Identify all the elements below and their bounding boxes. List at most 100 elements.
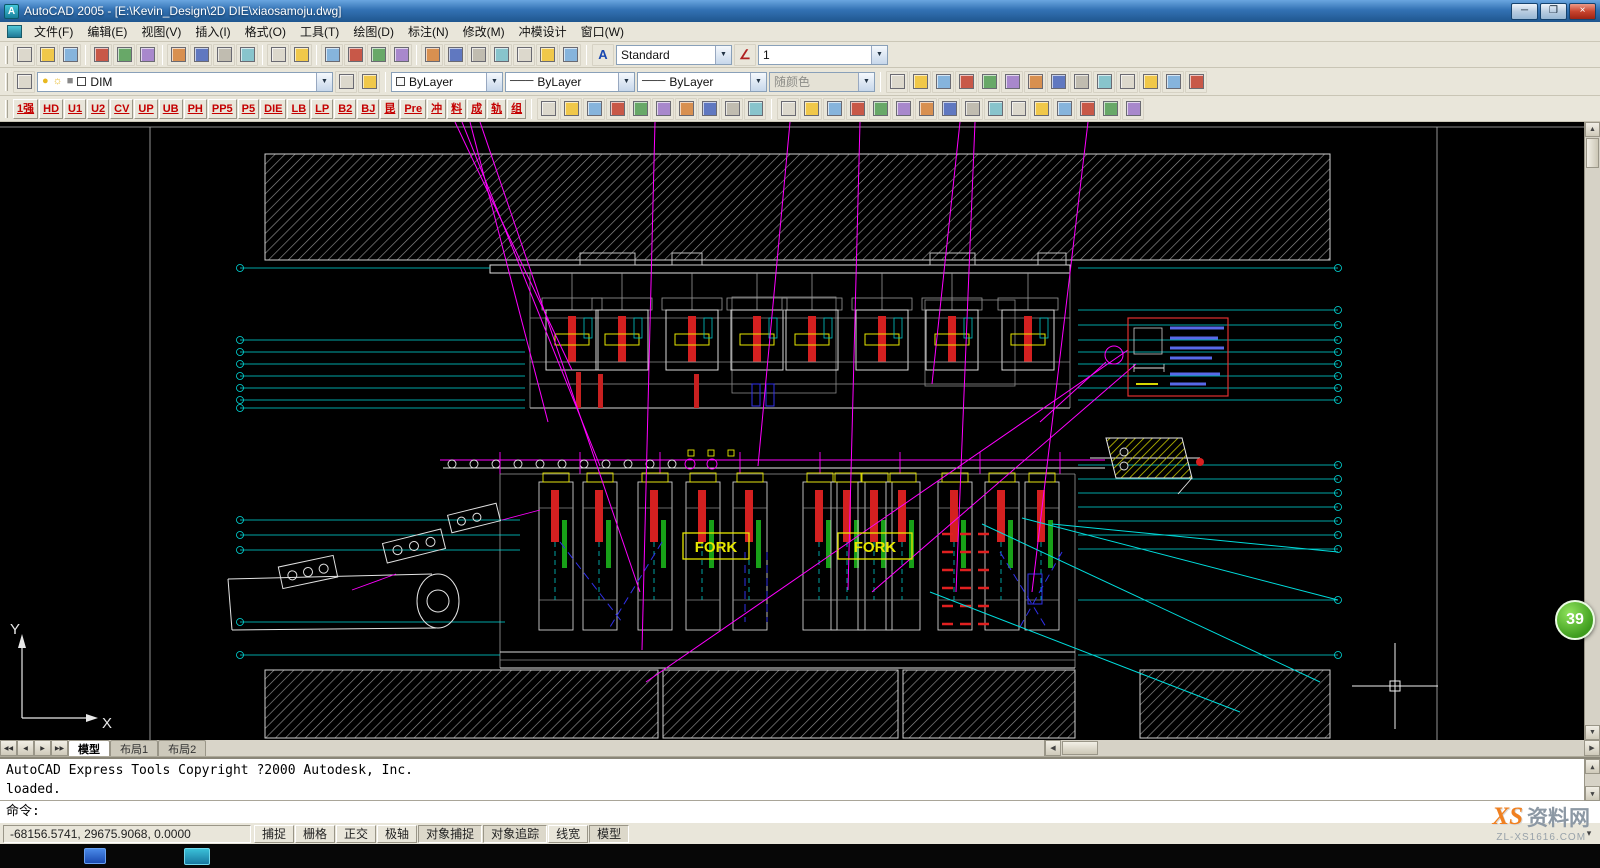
punch-design-icon[interactable] bbox=[583, 98, 605, 120]
dropdown-arrow-icon[interactable]: ▼ bbox=[486, 73, 502, 91]
slide-tool-icon[interactable] bbox=[1030, 98, 1052, 120]
vertical-scroll-track[interactable] bbox=[1585, 169, 1600, 725]
scroll-up-icon[interactable]: ▲ bbox=[1585, 122, 1600, 137]
nesting-icon[interactable] bbox=[698, 98, 720, 120]
wear-plate-tool-icon[interactable] bbox=[1076, 98, 1098, 120]
notification-badge[interactable]: 39 bbox=[1555, 600, 1595, 640]
die-button-11[interactable]: LB bbox=[287, 99, 310, 119]
drawing-canvas[interactable]: FORK FORK bbox=[0, 122, 1584, 740]
die-button-13[interactable]: B2 bbox=[334, 99, 356, 119]
die-button-1[interactable]: HD bbox=[39, 99, 63, 119]
status-toggle-lineweight[interactable]: 线宽 bbox=[548, 825, 588, 843]
cam-tool-icon[interactable] bbox=[1007, 98, 1029, 120]
retainer-tool-icon[interactable] bbox=[961, 98, 983, 120]
status-toggle-osnap[interactable]: 对象捕捉 bbox=[418, 825, 482, 843]
layer-properties-manager-icon[interactable] bbox=[13, 71, 35, 93]
tab-layout2[interactable]: 布局2 bbox=[158, 740, 206, 756]
designcenter-icon[interactable] bbox=[444, 44, 466, 66]
zoom-previous-icon[interactable] bbox=[390, 44, 412, 66]
insert-standard-part-icon[interactable] bbox=[606, 98, 628, 120]
die-button-10[interactable]: DIE bbox=[260, 99, 286, 119]
hyperlink-icon[interactable] bbox=[909, 71, 931, 93]
toolbar-grip[interactable] bbox=[5, 73, 8, 91]
toolbar-grip[interactable] bbox=[5, 100, 8, 118]
publish-icon[interactable] bbox=[136, 44, 158, 66]
dropdown-arrow-icon[interactable]: ▼ bbox=[316, 73, 332, 91]
dim-style-icon[interactable]: ∠ bbox=[734, 44, 756, 66]
menu-item-insert[interactable]: 插入(I) bbox=[188, 21, 237, 42]
menu-item-draw[interactable]: 绘图(D) bbox=[346, 21, 401, 42]
scroll-right-icon[interactable]: ▶ bbox=[1584, 740, 1600, 756]
scroll-down-icon[interactable]: ▼ bbox=[1585, 786, 1600, 801]
taskbar-app-icon[interactable] bbox=[184, 848, 210, 865]
zoom-realtime-icon[interactable] bbox=[344, 44, 366, 66]
forming-tool-icon[interactable] bbox=[652, 98, 674, 120]
die-button-7[interactable]: PH bbox=[184, 99, 207, 119]
lineweight-combo[interactable]: ─── ByLayer ▼ bbox=[637, 72, 767, 92]
die-button-6[interactable]: UB bbox=[159, 99, 183, 119]
die-button-3[interactable]: U2 bbox=[87, 99, 109, 119]
status-toggle-snap[interactable]: 捕捉 bbox=[254, 825, 294, 843]
unfold-part-icon[interactable] bbox=[675, 98, 697, 120]
layer-unlock-icon[interactable]: ■ bbox=[67, 76, 74, 87]
tool-palettes-icon[interactable] bbox=[467, 44, 489, 66]
status-toggle-grid[interactable]: 栅格 bbox=[295, 825, 335, 843]
menu-item-edit[interactable]: 编辑(E) bbox=[80, 21, 134, 42]
app-icon[interactable]: A bbox=[4, 4, 19, 19]
tab-prev-icon[interactable]: ◀ bbox=[17, 740, 34, 756]
menu-item-die-design[interactable]: 冲模设计 bbox=[512, 21, 574, 42]
layer-translate-icon[interactable] bbox=[1185, 71, 1207, 93]
dropdown-arrow-icon[interactable]: ▼ bbox=[871, 46, 887, 64]
block-express-icon[interactable] bbox=[1070, 71, 1092, 93]
list-express-icon[interactable] bbox=[1001, 71, 1023, 93]
open-icon[interactable] bbox=[36, 44, 58, 66]
keeper-tool-icon[interactable] bbox=[1099, 98, 1121, 120]
horizontal-scrollbar[interactable]: ◀ ▶ bbox=[1044, 740, 1600, 756]
heel-tool-icon[interactable] bbox=[1053, 98, 1075, 120]
scroll-down-icon[interactable]: ▼ bbox=[1585, 725, 1600, 740]
status-toggle-ortho[interactable]: 正交 bbox=[336, 825, 376, 843]
layer-combo[interactable]: ● ☼ ■ DIM ▼ bbox=[37, 72, 333, 92]
die-button-16[interactable]: Pre bbox=[400, 99, 426, 119]
tab-last-icon[interactable]: ▶▶ bbox=[51, 740, 68, 756]
markup-set-manager-icon[interactable] bbox=[513, 44, 535, 66]
die-button-20[interactable]: 轨 bbox=[487, 99, 506, 119]
die-button-5[interactable]: UP bbox=[134, 99, 157, 119]
scroll-left-icon[interactable]: ◀ bbox=[1045, 740, 1061, 756]
quickcalc-icon[interactable] bbox=[536, 44, 558, 66]
menu-item-modify[interactable]: 修改(M) bbox=[456, 21, 512, 42]
die-button-4[interactable]: CV bbox=[110, 99, 133, 119]
text-style-combo[interactable]: Standard ▼ bbox=[616, 45, 732, 65]
die-button-12[interactable]: LP bbox=[311, 99, 333, 119]
undo-icon[interactable] bbox=[267, 44, 289, 66]
lifter-tool-icon[interactable] bbox=[892, 98, 914, 120]
status-toggle-polar[interactable]: 极轴 bbox=[377, 825, 417, 843]
horizontal-scroll-track[interactable] bbox=[1099, 740, 1584, 756]
die-button-9[interactable]: P5 bbox=[238, 99, 259, 119]
paste-icon[interactable] bbox=[213, 44, 235, 66]
die-button-8[interactable]: PP5 bbox=[208, 99, 237, 119]
die-button-18[interactable]: 料 bbox=[447, 99, 466, 119]
vertical-scroll-thumb[interactable] bbox=[1586, 138, 1599, 168]
command-window[interactable]: AutoCAD Express Tools Copyright ?2000 Au… bbox=[0, 757, 1600, 822]
zoom-window-icon[interactable] bbox=[367, 44, 389, 66]
tab-layout1[interactable]: 布局1 bbox=[110, 740, 158, 756]
dim-style-combo[interactable]: 1 ▼ bbox=[758, 45, 888, 65]
layer-color-swatch[interactable] bbox=[77, 77, 86, 86]
plot-preview-icon[interactable] bbox=[113, 44, 135, 66]
restore-button[interactable]: ❐ bbox=[1540, 3, 1567, 20]
cut-icon[interactable] bbox=[167, 44, 189, 66]
material-setup-icon[interactable] bbox=[629, 98, 651, 120]
die-button-15[interactable]: 昆 bbox=[380, 99, 399, 119]
tab-first-icon[interactable]: ◀◀ bbox=[0, 740, 17, 756]
status-toggle-model[interactable]: 模型 bbox=[589, 825, 629, 843]
drawing-area[interactable]: FORK FORK bbox=[0, 122, 1600, 740]
style-express-icon[interactable] bbox=[1047, 71, 1069, 93]
layer-previous-icon[interactable] bbox=[358, 71, 380, 93]
redo-icon[interactable] bbox=[290, 44, 312, 66]
stripper-tool-icon[interactable] bbox=[915, 98, 937, 120]
die-button-21[interactable]: 组 bbox=[507, 99, 526, 119]
layout-express-icon[interactable] bbox=[978, 71, 1000, 93]
co-tool-icon[interactable] bbox=[932, 71, 954, 93]
punch-tool-icon[interactable] bbox=[777, 98, 799, 120]
